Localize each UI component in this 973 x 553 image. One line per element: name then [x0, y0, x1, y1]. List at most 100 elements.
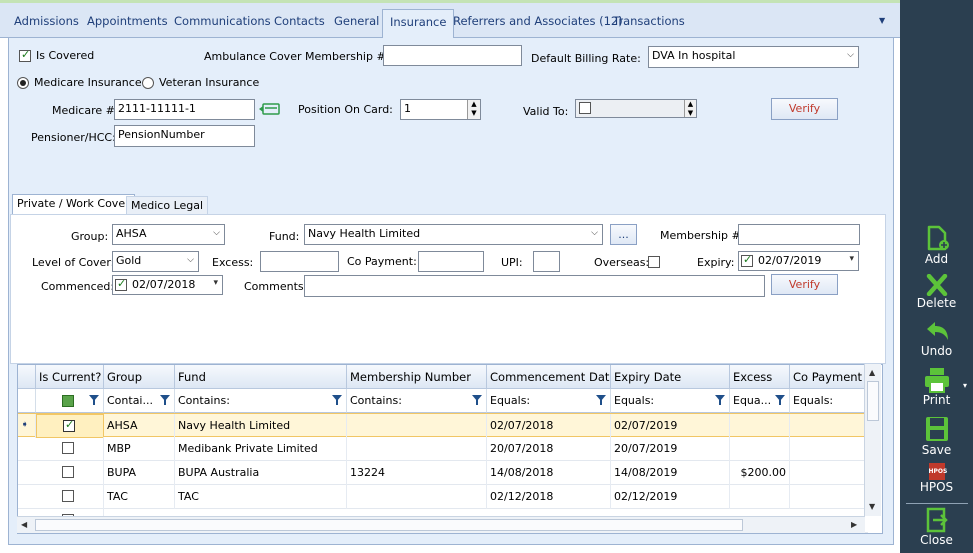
fund-lookup-button[interactable]: ... — [610, 224, 637, 245]
filter-icon[interactable] — [89, 395, 99, 405]
filter-icon[interactable] — [332, 395, 342, 405]
is-current-checkbox[interactable] — [62, 442, 74, 454]
filter-commencement[interactable]: Equals: — [487, 389, 611, 413]
tab-private-work-cover[interactable]: Private / Work Cover — [12, 194, 135, 215]
membership-input[interactable] — [738, 224, 860, 245]
commenced-date[interactable]: 02/07/2018 ▾ — [112, 275, 223, 295]
scroll-up-icon[interactable]: ▲ — [869, 368, 875, 377]
billing-rate-select[interactable]: DVA In hospital ⌵ — [648, 46, 859, 68]
medicare-input[interactable]: 2111-11111-1 — [114, 99, 255, 120]
position-stepper[interactable]: 1 ▲ ▼ — [400, 99, 481, 120]
valid-to-date[interactable]: ▲ ▼ — [575, 99, 697, 118]
date-stepper-icon[interactable]: ▲ ▼ — [684, 100, 696, 117]
filter-icon[interactable] — [596, 395, 606, 405]
column-header-copayment[interactable]: Co Payment — [790, 365, 870, 389]
tab-admissions[interactable]: Admissions — [14, 14, 79, 28]
expiry-date[interactable]: 02/07/2019 ▾ — [738, 251, 859, 271]
tab-transactions[interactable]: Transactions — [613, 14, 685, 28]
is-current-checkbox[interactable] — [62, 490, 74, 502]
scroll-down-icon[interactable]: ▼ — [869, 502, 875, 511]
ambulance-input[interactable] — [383, 45, 522, 66]
stepper-arrows-icon[interactable]: ▲ ▼ — [467, 100, 480, 119]
verify-private-button[interactable]: Verify — [771, 274, 838, 295]
fund-select[interactable]: Navy Health Limited ⌵ — [304, 224, 603, 245]
column-header-is-current[interactable]: Is Current? — [36, 365, 104, 389]
vertical-scroll-thumb[interactable] — [867, 381, 879, 421]
tab-insurance[interactable]: Insurance — [382, 9, 455, 38]
tab-referrers[interactable]: Referrers and Associates (12) — [453, 14, 623, 28]
hpos-button[interactable]: HPOS HPOS — [900, 463, 973, 494]
print-dropdown-icon[interactable]: ▾ — [963, 381, 967, 390]
is-current-cell[interactable]: ✓ — [36, 414, 104, 438]
is-current-checkbox[interactable] — [62, 466, 74, 478]
filter-expiry[interactable]: Equals: — [611, 389, 730, 413]
tab-general[interactable]: General — [334, 14, 379, 28]
is-covered-checkbox[interactable] — [19, 48, 31, 62]
scroll-left-icon[interactable]: ◀ — [21, 520, 27, 529]
tabs-overflow-icon[interactable]: ▼ — [879, 16, 885, 25]
column-header-commencement[interactable]: Commencement Date — [487, 365, 611, 389]
undo-arrow-icon — [926, 322, 948, 340]
cell-expiry: 02/12/2019 — [611, 485, 730, 509]
copayment-input[interactable] — [418, 251, 484, 272]
horizontal-scroll-thumb[interactable] — [35, 519, 743, 531]
is-current-cell[interactable] — [36, 461, 104, 485]
filter-icon[interactable] — [715, 395, 725, 405]
table-row[interactable]: TAC TAC 02/12/2018 02/12/2019 — [18, 485, 868, 509]
tab-communications[interactable]: Communications — [174, 14, 271, 28]
veteran-radio[interactable] — [142, 77, 154, 89]
column-header-group[interactable]: Group — [104, 365, 175, 389]
calendar-dropdown-icon[interactable]: ▾ — [213, 278, 218, 288]
column-header-excess[interactable]: Excess — [730, 365, 790, 389]
column-header-expiry[interactable]: Expiry Date — [611, 365, 730, 389]
verify-medicare-button[interactable]: Verify — [771, 98, 838, 120]
table-row[interactable]: MBP Medibank Private Limited 20/07/2018 … — [18, 437, 868, 461]
tab-appointments[interactable]: Appointments — [87, 14, 168, 28]
is-current-cell[interactable] — [36, 437, 104, 461]
level-select[interactable]: Gold ⌵ — [112, 251, 199, 272]
commenced-checkbox[interactable] — [115, 277, 127, 291]
expiry-checkbox[interactable] — [741, 253, 753, 267]
add-button[interactable]: Add — [900, 224, 973, 266]
chevron-down-icon: ⌵ — [847, 50, 854, 60]
filter-icon[interactable] — [775, 395, 785, 405]
table-row[interactable]: ➧ ✓ AHSA Navy Health Limited 02/07/2018 … — [18, 413, 868, 438]
filter-excess[interactable]: Equa... — [730, 389, 790, 413]
filter-checkbox[interactable] — [62, 395, 74, 407]
print-label: Print — [922, 393, 951, 407]
close-button[interactable]: Close — [900, 507, 973, 547]
grid-horizontal-scrollbar[interactable]: ◀ ▶ — [17, 516, 865, 533]
tab-contacts[interactable]: Contacts — [274, 14, 325, 28]
print-button[interactable]: Print ▾ — [900, 367, 973, 407]
filter-copayment[interactable]: Equals: — [790, 389, 870, 413]
is-current-cell[interactable] — [36, 485, 104, 509]
filter-is-current[interactable] — [36, 389, 104, 413]
grid-vertical-scrollbar[interactable]: ▲ ▼ — [864, 364, 881, 516]
card-swipe-icon[interactable] — [259, 103, 281, 115]
filter-group[interactable]: Contai... — [104, 389, 175, 413]
pensioner-input[interactable]: PensionNumber — [114, 125, 255, 147]
scroll-right-icon[interactable]: ▶ — [851, 520, 857, 529]
save-button[interactable]: Save — [900, 415, 973, 457]
filter-fund[interactable]: Contains: — [175, 389, 347, 413]
medicare-radio[interactable] — [17, 77, 29, 89]
tab-medico-legal[interactable]: Medico Legal — [126, 196, 209, 214]
column-header-fund[interactable]: Fund — [175, 365, 347, 389]
filter-icon[interactable] — [472, 395, 482, 405]
valid-to-checkbox[interactable] — [579, 102, 591, 114]
is-current-checkbox[interactable]: ✓ — [63, 418, 75, 432]
comments-input[interactable] — [304, 275, 765, 297]
upi-input[interactable] — [533, 251, 560, 272]
excess-input[interactable] — [260, 251, 339, 272]
filter-membership[interactable]: Contains: — [347, 389, 487, 413]
calendar-dropdown-icon[interactable]: ▾ — [849, 254, 854, 264]
undo-button[interactable]: Undo — [900, 320, 973, 358]
overseas-checkbox[interactable] — [648, 256, 660, 268]
delete-button[interactable]: Delete — [900, 274, 973, 310]
group-select[interactable]: AHSA ⌵ — [112, 224, 225, 245]
column-header-membership[interactable]: Membership Number — [347, 365, 487, 389]
filter-icon[interactable] — [160, 395, 170, 405]
table-row[interactable]: BUPA BUPA Australia 13224 14/08/2018 14/… — [18, 461, 868, 485]
veteran-radio-label: Veteran Insurance — [159, 76, 260, 89]
is-covered-label: Is Covered — [36, 49, 95, 62]
